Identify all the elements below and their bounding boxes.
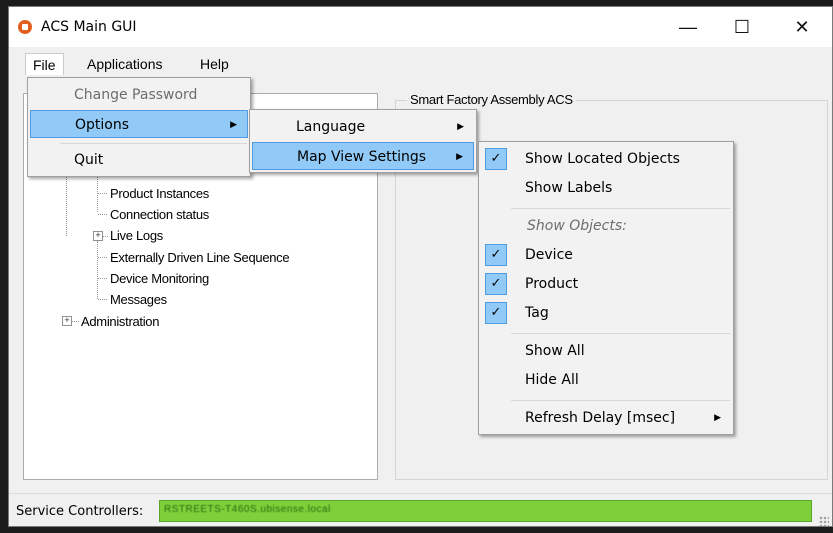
menu-item-label: Show All (525, 343, 585, 359)
menu-item-label: Language (296, 119, 366, 135)
menu-separator (511, 333, 730, 334)
menu-applications[interactable]: Applications (80, 53, 170, 75)
menu-item-show-labels[interactable]: Show Labels (481, 174, 731, 202)
tree-connector (98, 278, 107, 279)
menu-item-refresh-delay[interactable]: Refresh Delay [msec] ▶ (481, 404, 731, 432)
menu-item-label: Hide All (525, 372, 579, 388)
map-view-settings-submenu: ✓ Show Located Objects Show Labels Show … (478, 141, 734, 435)
menu-item-label: Map View Settings (297, 149, 427, 165)
menu-item-show-all[interactable]: Show All (481, 337, 731, 365)
checkmark-icon: ✓ (485, 302, 507, 324)
tree-item-administration[interactable]: Administration (81, 314, 159, 329)
tree-connector (97, 241, 98, 299)
file-menu-dropdown: Change Password Options ▶ Quit (27, 77, 251, 177)
menu-item-change-password[interactable]: Change Password (30, 81, 248, 109)
tree-connector (103, 236, 108, 237)
submenu-arrow-icon: ▶ (230, 120, 237, 130)
submenu-arrow-icon: ▶ (456, 152, 463, 162)
menu-item-hide-all[interactable]: Hide All (481, 366, 731, 394)
menu-item-options[interactable]: Options ▶ (30, 110, 248, 138)
show-objects-header: Show Objects: (527, 218, 627, 234)
menu-item-label: Quit (74, 152, 104, 168)
menu-separator (511, 208, 730, 209)
checkmark-icon: ✓ (485, 148, 507, 170)
menu-item-label: Product (525, 276, 579, 292)
expand-icon[interactable]: + (93, 231, 103, 241)
tree-connector (98, 299, 107, 300)
menu-item-tag[interactable]: ✓ Tag (481, 299, 731, 327)
service-controllers-value: RSTREETS-T460S.ubisense.local (164, 504, 331, 515)
menu-item-product[interactable]: ✓ Product (481, 270, 731, 298)
resize-grip-icon[interactable] (819, 516, 829, 526)
menu-help[interactable]: Help (193, 53, 236, 75)
menu-item-device[interactable]: ✓ Device (481, 241, 731, 269)
tree-item-externally-driven-line-sequence[interactable]: Externally Driven Line Sequence (110, 250, 290, 265)
tree-connector (98, 193, 107, 194)
menu-file[interactable]: File (25, 53, 64, 75)
service-controllers-label: Service Controllers: (16, 504, 144, 519)
menu-item-label: Show Labels (525, 180, 613, 196)
status-bar: Service Controllers: RSTREETS-T460S.ubis… (9, 493, 832, 526)
tree-item-product-instances[interactable]: Product Instances (110, 186, 209, 201)
window-title: ACS Main GUI (41, 19, 137, 35)
menu-item-language[interactable]: Language ▶ (252, 113, 474, 141)
menu-item-label: Options (75, 117, 130, 133)
options-submenu: Language ▶ Map View Settings ▶ (249, 109, 477, 173)
tree-connector (98, 214, 107, 215)
tree-item-live-logs[interactable]: Live Logs (110, 228, 163, 243)
submenu-arrow-icon: ▶ (714, 413, 721, 423)
submenu-arrow-icon: ▶ (457, 122, 464, 132)
service-controllers-field[interactable]: RSTREETS-T460S.ubisense.local (159, 500, 812, 522)
expand-icon[interactable]: + (62, 316, 72, 326)
tree-item-messages[interactable]: Messages (110, 292, 167, 307)
app-logo-icon (18, 20, 32, 34)
tree-item-connection-status[interactable]: Connection status (110, 207, 209, 222)
menu-item-map-view-settings[interactable]: Map View Settings ▶ (252, 142, 474, 170)
menu-item-label: Change Password (74, 87, 198, 103)
minimize-button[interactable]: — (666, 13, 710, 41)
menu-item-show-located-objects[interactable]: ✓ Show Located Objects (481, 145, 731, 173)
menu-item-quit[interactable]: Quit (30, 146, 248, 174)
title-bar[interactable]: ACS Main GUI — ☐ ✕ (9, 7, 832, 47)
maximize-button[interactable]: ☐ (720, 13, 764, 41)
tree-connector (98, 257, 107, 258)
menu-item-label: Show Located Objects (525, 151, 680, 167)
checkmark-icon: ✓ (485, 273, 507, 295)
close-button[interactable]: ✕ (780, 13, 824, 41)
checkmark-icon: ✓ (485, 244, 507, 266)
menu-separator (511, 400, 730, 401)
menu-item-label: Tag (525, 305, 549, 321)
group-box-label: Smart Factory Assembly ACS (407, 92, 576, 107)
tree-connector (72, 321, 79, 322)
menu-bar: File Applications Help (9, 53, 832, 75)
tree-item-device-monitoring[interactable]: Device Monitoring (110, 271, 209, 286)
menu-item-label: Device (525, 247, 573, 263)
menu-separator (60, 143, 247, 144)
menu-item-label: Refresh Delay [msec] (525, 410, 676, 426)
